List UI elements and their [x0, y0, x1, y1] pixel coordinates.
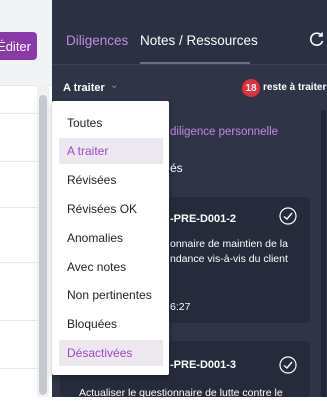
left-toolbar: Éditer — [0, 0, 52, 86]
dropdown-option-toutes[interactable]: Toutes — [59, 110, 163, 136]
dropdown-option-a-traiter[interactable]: A traiter — [59, 138, 163, 164]
check-circle-icon[interactable] — [279, 356, 297, 374]
list-row[interactable] — [0, 368, 37, 369]
dropdown-option-non-pertinentes[interactable]: Non pertinentes — [59, 282, 163, 308]
tab-notes-ressources[interactable]: Notes / Ressources — [140, 33, 258, 48]
list-row[interactable] — [0, 320, 37, 321]
section-header: és — [170, 161, 183, 175]
card-title: -PRE-D001-3 — [170, 359, 237, 371]
list-row[interactable] — [0, 113, 37, 114]
panel-scrollbar[interactable] — [321, 110, 326, 397]
tab-underline — [140, 62, 250, 64]
refresh-icon[interactable] — [309, 31, 325, 47]
card-title: -PRE-D001-2 — [170, 213, 237, 225]
filter-select[interactable]: A traiter — [63, 82, 105, 94]
list-row[interactable] — [0, 161, 37, 162]
filter-dropdown: Toutes A traiter Révisées Révisées OK An… — [52, 101, 169, 375]
left-pane: Éditer — [0, 0, 52, 397]
dropdown-option-desactivees[interactable]: Désactivées — [59, 340, 163, 366]
list-row[interactable] — [0, 207, 37, 208]
left-scrollbar[interactable] — [37, 85, 49, 397]
remaining-count-badge: 18 — [242, 79, 260, 97]
card-description: Actualiser le questionnaire de lutte con… — [79, 387, 283, 399]
card-time: 6:27 — [170, 301, 191, 313]
remaining-count-label: reste à traiter — [263, 82, 327, 93]
dropdown-option-bloquees[interactable]: Bloquées — [59, 311, 163, 337]
list-row[interactable] — [0, 262, 37, 263]
dropdown-option-avec-notes[interactable]: Avec notes — [59, 254, 163, 280]
dropdown-option-revisees[interactable]: Révisées — [59, 167, 163, 193]
scrollbar-thumb[interactable] — [39, 95, 47, 395]
chevron-down-icon[interactable]: ⌄ — [110, 80, 118, 91]
card-description: onnaire de maintien de la ndance vis-à-v… — [170, 238, 288, 265]
check-circle-icon[interactable] — [279, 207, 297, 225]
dropdown-option-anomalies[interactable]: Anomalies — [59, 225, 163, 251]
add-personal-diligence-link[interactable]: diligence personnelle — [170, 126, 278, 138]
edit-button[interactable]: Éditer — [0, 32, 37, 60]
tab-diligences[interactable]: Diligences — [66, 33, 128, 48]
dropdown-option-revisees-ok[interactable]: Révisées OK — [59, 196, 163, 222]
